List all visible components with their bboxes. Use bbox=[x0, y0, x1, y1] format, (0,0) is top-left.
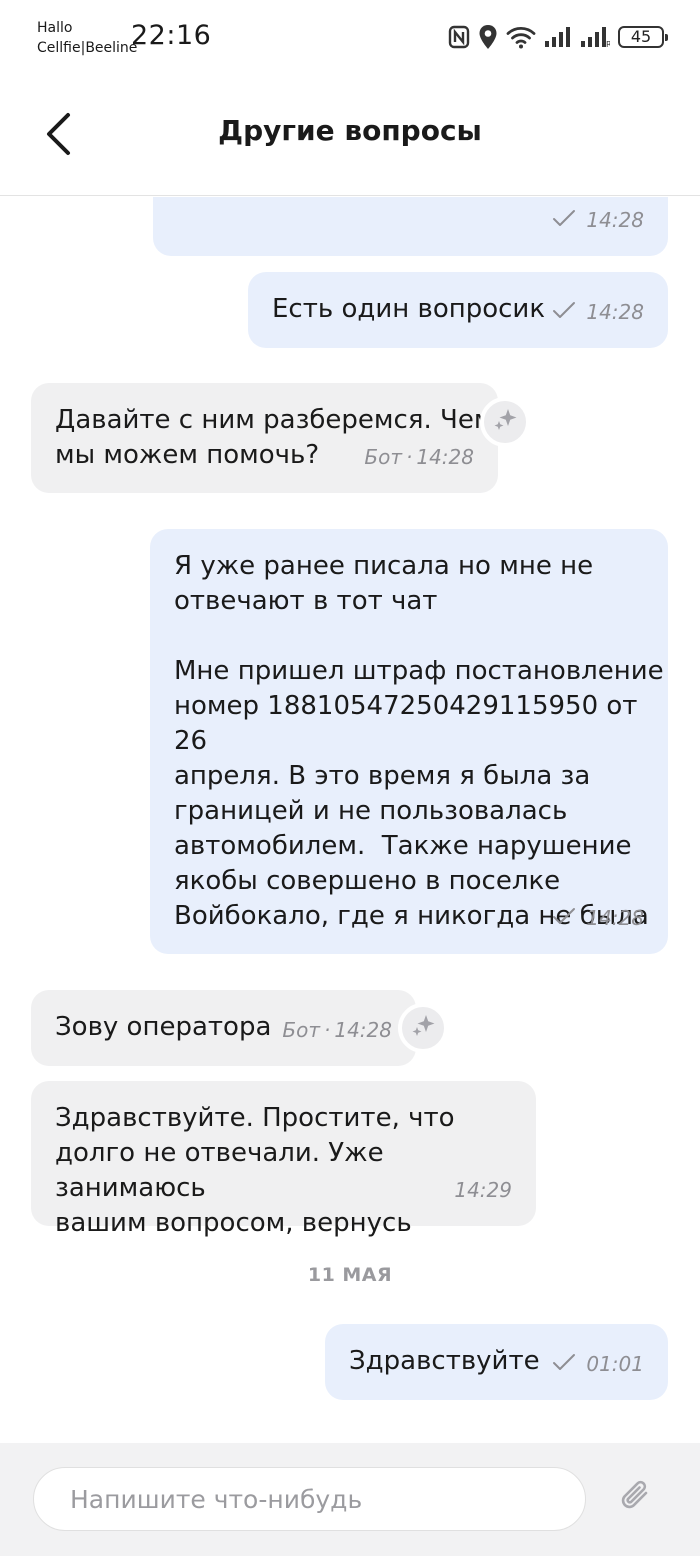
status-bar: Hallo Cellfie|Beeline 22:16 R 45 bbox=[0, 0, 700, 80]
battery-icon: 45 bbox=[618, 26, 668, 48]
message-time: 14:28 bbox=[586, 208, 644, 232]
message-outgoing[interactable]: Есть один вопросик 14:28 bbox=[248, 272, 668, 348]
message-input[interactable] bbox=[33, 1467, 586, 1531]
attach-button[interactable] bbox=[612, 1473, 662, 1523]
status-icons: R 45 bbox=[448, 22, 668, 52]
message-meta: 14:28 bbox=[552, 203, 644, 238]
page-title: Другие вопросы bbox=[218, 114, 482, 147]
message-incoming[interactable]: Зову оператора Бот · 14:28 bbox=[31, 990, 416, 1066]
message-meta: 14:29 bbox=[454, 1173, 512, 1208]
message-text: Здравствуйте. Простите, что долго не отв… bbox=[55, 1103, 455, 1238]
message-incoming[interactable]: Давайте с ним разберемся. Чем мы можем п… bbox=[31, 383, 498, 493]
check-icon bbox=[552, 901, 576, 936]
nfc-icon bbox=[448, 25, 470, 49]
sparkle-icon bbox=[409, 1012, 437, 1044]
message-sender: Бот bbox=[364, 445, 402, 469]
message-text: Я уже ранее писала но мне не отвечают в … bbox=[174, 551, 664, 931]
message-text: Зову оператора bbox=[55, 1012, 272, 1042]
message-sender: Бот bbox=[282, 1018, 320, 1042]
check-icon bbox=[552, 295, 576, 330]
message-outgoing[interactable]: Здравствуйте 01:01 bbox=[325, 1324, 668, 1400]
message-incoming[interactable]: Здравствуйте. Простите, что долго не отв… bbox=[31, 1081, 536, 1238]
message-meta: Бот · 14:28 bbox=[282, 1013, 392, 1048]
status-time: 22:16 bbox=[131, 20, 212, 51]
message-text: Здравствуйте bbox=[349, 1346, 540, 1376]
paperclip-icon bbox=[617, 1475, 657, 1521]
message-time: 01:01 bbox=[586, 1352, 644, 1376]
date-divider: 11 МАЯ bbox=[307, 1264, 393, 1286]
sparkle-icon bbox=[491, 406, 519, 438]
carrier-line-1: Hallo bbox=[37, 20, 73, 36]
svg-text:R: R bbox=[606, 40, 610, 48]
message-outgoing[interactable]: 14:28 bbox=[153, 197, 668, 256]
bot-badge bbox=[480, 397, 530, 447]
message-time: 14:29 bbox=[454, 1178, 512, 1202]
message-outgoing[interactable]: Я уже ранее писала но мне не отвечают в … bbox=[150, 529, 668, 954]
message-meta: 14:28 bbox=[552, 295, 644, 330]
carrier-line-2: Cellfie|Beeline bbox=[37, 40, 138, 56]
signal-icon bbox=[544, 26, 572, 48]
chat-header: Другие вопросы bbox=[0, 80, 700, 196]
signal-roaming-icon: R bbox=[580, 26, 610, 48]
wifi-icon bbox=[506, 25, 536, 49]
message-meta: 01:01 bbox=[552, 1347, 644, 1382]
message-meta: 14:28 bbox=[552, 901, 644, 936]
message-time: 14:28 bbox=[416, 445, 474, 469]
check-icon bbox=[552, 203, 576, 238]
message-meta: Бот · 14:28 bbox=[364, 440, 474, 475]
message-list[interactable]: 14:28 Есть один вопросик 14:28 Давайте с… bbox=[0, 197, 700, 1443]
message-time: 14:28 bbox=[586, 906, 644, 930]
message-time: 14:28 bbox=[334, 1018, 392, 1042]
carrier-info: Hallo Cellfie|Beeline bbox=[37, 18, 137, 58]
composer bbox=[0, 1443, 700, 1556]
message-text: Есть один вопросик bbox=[272, 294, 546, 324]
bot-badge bbox=[398, 1003, 448, 1053]
check-icon bbox=[552, 1347, 576, 1382]
message-time: 14:28 bbox=[586, 300, 644, 324]
location-icon bbox=[478, 24, 498, 50]
